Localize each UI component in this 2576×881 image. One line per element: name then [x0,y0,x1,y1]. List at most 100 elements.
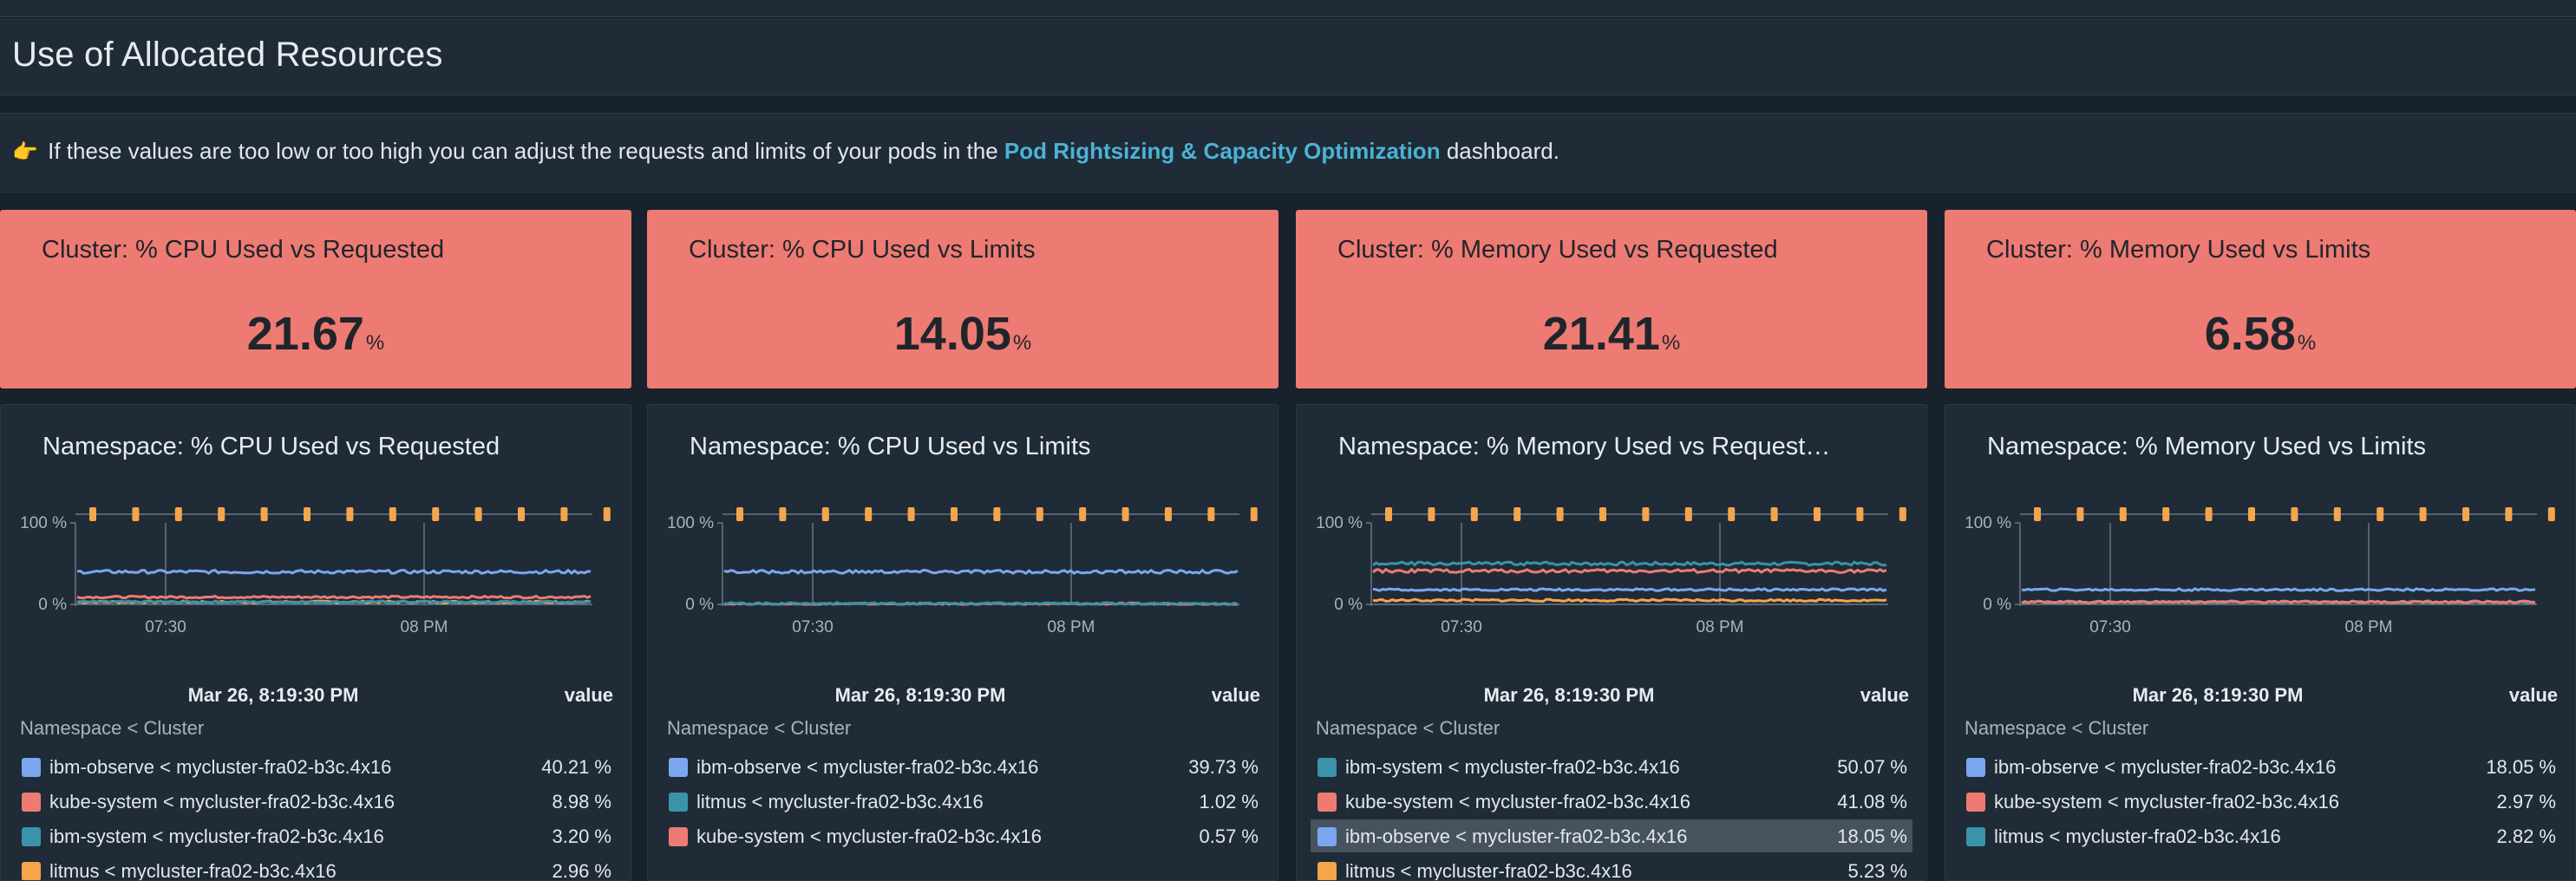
legend-swatch [1317,827,1337,846]
legend-series-name: ibm-observe < mycluster-fra02-b3c.4x16 [49,756,392,778]
info-text: 👉 If these values are too low or too hig… [12,138,1559,165]
timeseries-chart[interactable]: 100 % 0 % 07:30 08 PM [1,492,631,665]
legend-row[interactable]: ibm-observe < mycluster-fra02-b3c.4x16 18… [1311,819,1912,852]
timeseries-chart[interactable]: 100 % 0 % 07:30 08 PM [1297,492,1927,665]
legend-swatch [1317,862,1337,880]
legend-series-value: 39.73 % [1188,756,1259,778]
annotation-marker [2547,507,2555,521]
legend-series-name: ibm-observe < mycluster-fra02-b3c.4x16 [1994,756,2337,778]
legend-subheader: Namespace < Cluster [1316,717,1500,739]
info-panel: 👉 If these values are too low or too hig… [0,113,2576,193]
legend-row[interactable]: kube-system < mycluster-fra02-b3c.4x16 0.… [662,819,1264,852]
legend-series-name: litmus < mycluster-fra02-b3c.4x16 [1345,860,1632,881]
annotation-marker [1814,507,1821,521]
stat-panel-memory-limits[interactable]: Cluster: % Memory Used vs Limits 6.58% [1945,210,2576,388]
legend-row[interactable]: litmus < mycluster-fra02-b3c.4x16 1.02 % [662,785,1264,818]
stat-panel-cpu-requested[interactable]: Cluster: % CPU Used vs Requested 21.67% [0,210,631,388]
legend-row[interactable]: kube-system < mycluster-fra02-b3c.4x16 2.… [1959,785,2561,818]
annotation-marker [1556,507,1564,521]
tooltip-timestamp: Mar 26, 8:19:30 PM [187,684,359,706]
top-strip [0,0,2576,17]
annotation-marker [174,507,182,521]
series-line [723,568,1239,576]
stat-panel-memory-requested[interactable]: Cluster: % Memory Used vs Requested 21.4… [1296,210,1927,388]
annotation-marker [736,507,743,521]
pointing-hand-icon: 👉 [12,140,38,164]
annotation-marker [951,507,958,521]
annotation-marker [1856,507,1864,521]
legend-series-value: 18.05 % [2486,756,2556,778]
legend-row[interactable]: ibm-system < mycluster-fra02-b3c.4x16 3.2… [15,819,617,852]
annotation-marker [389,507,396,521]
legend-series-value: 5.23 % [1847,860,1908,881]
x-tick-label: 07:30 [145,618,186,636]
legend-swatch [1966,793,1985,812]
legend-swatch [669,758,688,777]
legend-subheader: Namespace < Cluster [20,717,205,739]
annotation-marker [304,507,311,521]
legend-row[interactable]: kube-system < mycluster-fra02-b3c.4x16 41… [1311,785,1912,818]
namespace-panel-cpu-requested[interactable]: Namespace: % CPU Used vs Requested 100 %… [0,404,631,881]
section-row[interactable]: Use of Allocated Resources [0,19,2576,95]
stat-title: Cluster: % Memory Used vs Requested [1337,236,1778,264]
annotation-marker [560,507,568,521]
panel-title: Namespace: % Memory Used vs Limits [1987,433,2427,460]
annotation-marker [346,507,354,521]
annotation-marker [1165,507,1172,521]
annotation-marker [1599,507,1606,521]
legend-row[interactable]: litmus < mycluster-fra02-b3c.4x16 5.23 % [1311,854,1912,881]
y-tick-label: 0 % [1334,596,1363,614]
annotation-marker [2419,507,2427,521]
panel-title: Namespace: % Memory Used vs Request… [1338,433,1831,460]
legend-series-name: litmus < mycluster-fra02-b3c.4x16 [49,860,337,881]
rightsizing-dashboard-link[interactable]: Pod Rightsizing & Capacity Optimization [1004,138,1441,164]
legend-row[interactable]: ibm-observe < mycluster-fra02-b3c.4x16 39… [662,750,1264,783]
namespace-panel-cpu-limits[interactable]: Namespace: % CPU Used vs Limits 100 % 0 %… [647,404,1278,881]
annotation-marker [89,507,96,521]
annotation-marker [907,507,915,521]
legend-subheader: Namespace < Cluster [667,717,852,739]
annotation-marker [821,507,829,521]
legend-swatch [22,758,41,777]
annotation-marker [2162,507,2170,521]
legend-row[interactable]: litmus < mycluster-fra02-b3c.4x16 2.96 % [15,854,617,881]
series-line [1372,587,1887,592]
series-line [76,594,592,600]
x-tick-label: 08 PM [401,618,448,636]
annotation-marker [865,507,873,521]
annotation-marker [779,507,787,521]
value-header: value [1211,684,1260,706]
stat-value: 21.67 [246,308,364,360]
legend-row[interactable]: ibm-observe < mycluster-fra02-b3c.4x16 40… [15,750,617,783]
section-title: Use of Allocated Resources [12,36,443,74]
legend-series-name: kube-system < mycluster-fra02-b3c.4x16 [1345,791,1690,812]
x-tick-label: 07:30 [2089,618,2131,636]
timeseries-chart[interactable]: 100 % 0 % 07:30 08 PM [1945,492,2576,665]
stat-panel-cpu-limits[interactable]: Cluster: % CPU Used vs Limits 14.05% [647,210,1278,388]
namespace-panel-memory-requested[interactable]: Namespace: % Memory Used vs Request… 100… [1296,404,1927,881]
legend-subheader: Namespace < Cluster [1965,717,2149,739]
annotation-marker [2291,507,2298,521]
legend-series-name: kube-system < mycluster-fra02-b3c.4x16 [1994,791,2339,812]
legend-swatch [669,827,688,846]
legend-swatch [1317,793,1337,812]
y-tick-label: 0 % [1983,596,2011,614]
panel-title: Namespace: % CPU Used vs Requested [42,433,500,460]
legend-row[interactable]: litmus < mycluster-fra02-b3c.4x16 2.82 % [1959,819,2561,852]
annotation-marker [2377,507,2384,521]
timeseries-chart[interactable]: 100 % 0 % 07:30 08 PM [648,492,1278,665]
stat-title: Cluster: % CPU Used vs Requested [42,236,445,264]
legend-row[interactable]: kube-system < mycluster-fra02-b3c.4x16 8.… [15,785,617,818]
legend-row[interactable]: ibm-observe < mycluster-fra02-b3c.4x16 18… [1959,750,2561,783]
legend-swatch [1966,758,1985,777]
stat-title: Cluster: % CPU Used vs Limits [689,236,1036,264]
legend-series-name: kube-system < mycluster-fra02-b3c.4x16 [49,791,395,812]
legend-series-value: 8.98 % [552,791,612,812]
legend-series-value: 1.02 % [1199,791,1259,812]
x-tick-label: 08 PM [2345,618,2393,636]
annotation-marker [1079,507,1087,521]
legend-swatch [22,827,41,846]
namespace-panel-memory-limits[interactable]: Namespace: % Memory Used vs Limits 100 %… [1945,404,2576,881]
y-tick-label: 0 % [685,596,714,614]
legend-row[interactable]: ibm-system < mycluster-fra02-b3c.4x16 50.… [1311,750,1912,783]
